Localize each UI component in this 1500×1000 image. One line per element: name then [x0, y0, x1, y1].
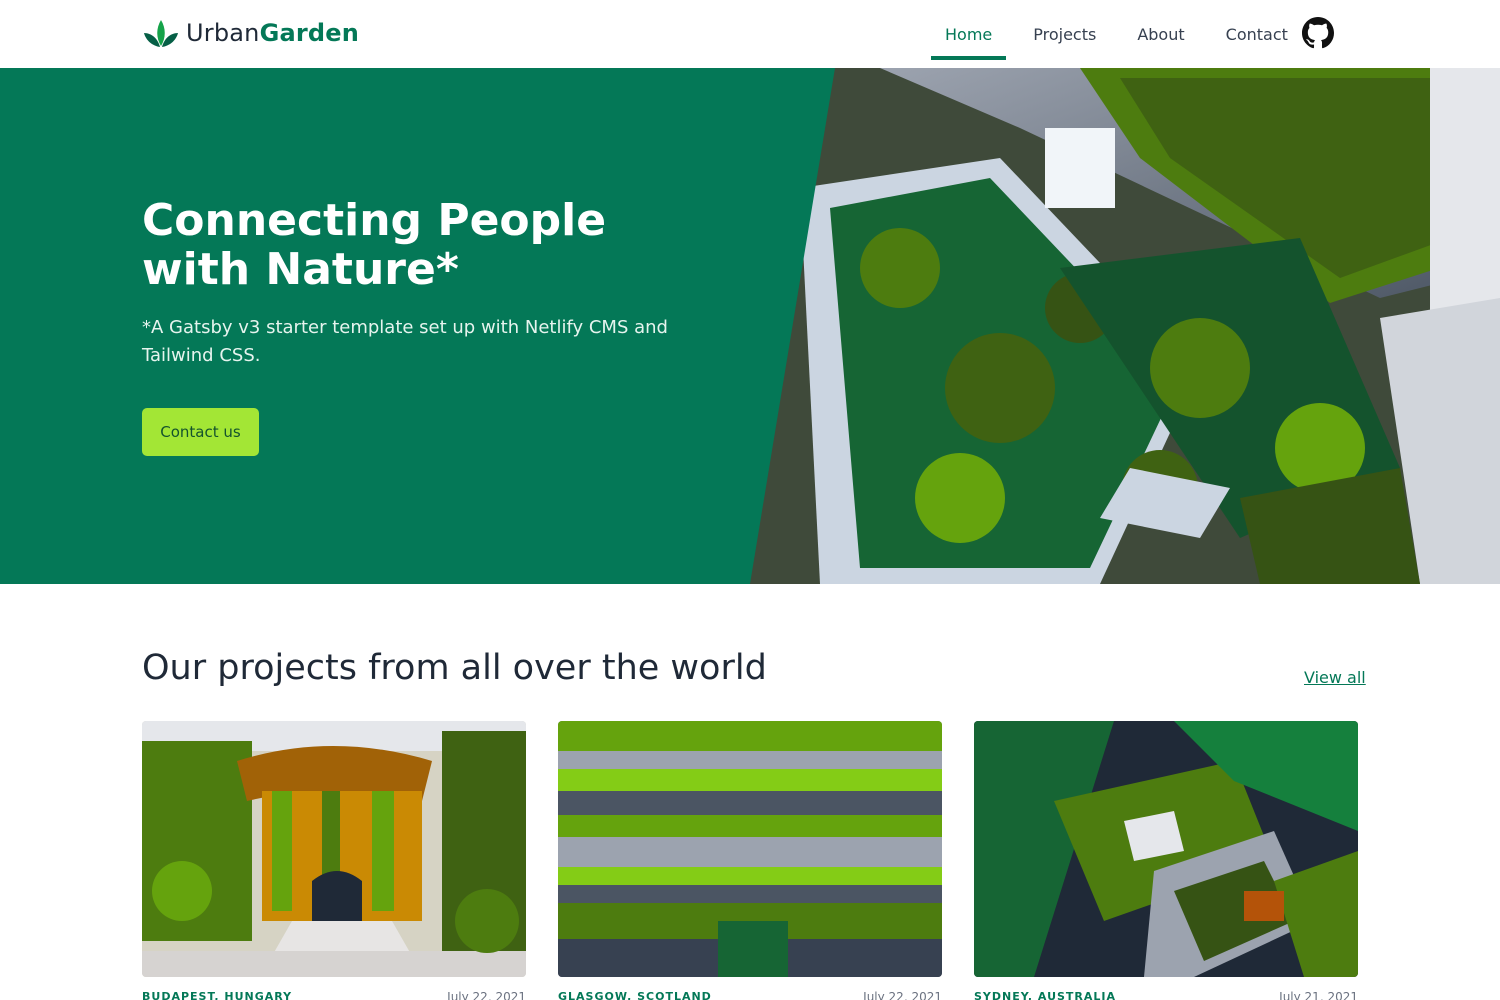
brand-name: UrbanGarden [186, 19, 360, 47]
project-location: GLASGOW, SCOTLAND [558, 990, 712, 1000]
project-card-image-budapest[interactable] [142, 721, 526, 977]
project-card-image-sydney[interactable] [974, 721, 1358, 977]
terraced-building-photo [558, 721, 942, 977]
project-card-meta-budapest: BUDAPEST, HUNGARY July 22, 2021 [142, 990, 526, 1000]
nav-about[interactable]: About [1123, 0, 1198, 68]
project-card-meta-glasgow: GLASGOW, SCOTLAND July 22, 2021 [558, 990, 942, 1000]
project-card-image-glasgow[interactable] [558, 721, 942, 977]
nav-home[interactable]: Home [931, 0, 1007, 68]
project-card-meta-sydney: SYDNEY, AUSTRALIA July 21, 2021 [974, 990, 1358, 1000]
project-location: SYDNEY, AUSTRALIA [974, 990, 1117, 1000]
projects-heading: Our projects from all over the world [142, 648, 767, 688]
hero-section: Connecting People with Nature* *A Gatsby… [0, 68, 1500, 584]
leaf-logo-icon [144, 20, 178, 47]
project-date: July 21, 2021 [1279, 990, 1358, 1000]
project-location: BUDAPEST, HUNGARY [142, 990, 293, 1000]
project-date: July 22, 2021 [863, 990, 942, 1000]
view-all-link[interactable]: View all [1304, 668, 1366, 687]
main-nav: Home Projects About Contact [931, 0, 1315, 68]
github-icon[interactable] [1302, 17, 1334, 49]
hero-title: Connecting People with Nature* [142, 195, 607, 295]
project-date: July 22, 2021 [447, 990, 526, 1000]
courtyard-photo [142, 721, 526, 977]
hero-subtitle: *A Gatsby v3 starter template set up wit… [142, 317, 668, 366]
nav-projects[interactable]: Projects [1019, 0, 1110, 68]
contact-us-button[interactable]: Contact us [142, 408, 259, 456]
site-header: UrbanGarden Home Projects About Contact [0, 0, 1500, 68]
aerial-rooftops-photo [974, 721, 1358, 977]
site-logo[interactable]: UrbanGarden [142, 16, 359, 50]
nav-contact[interactable]: Contact [1212, 0, 1302, 68]
